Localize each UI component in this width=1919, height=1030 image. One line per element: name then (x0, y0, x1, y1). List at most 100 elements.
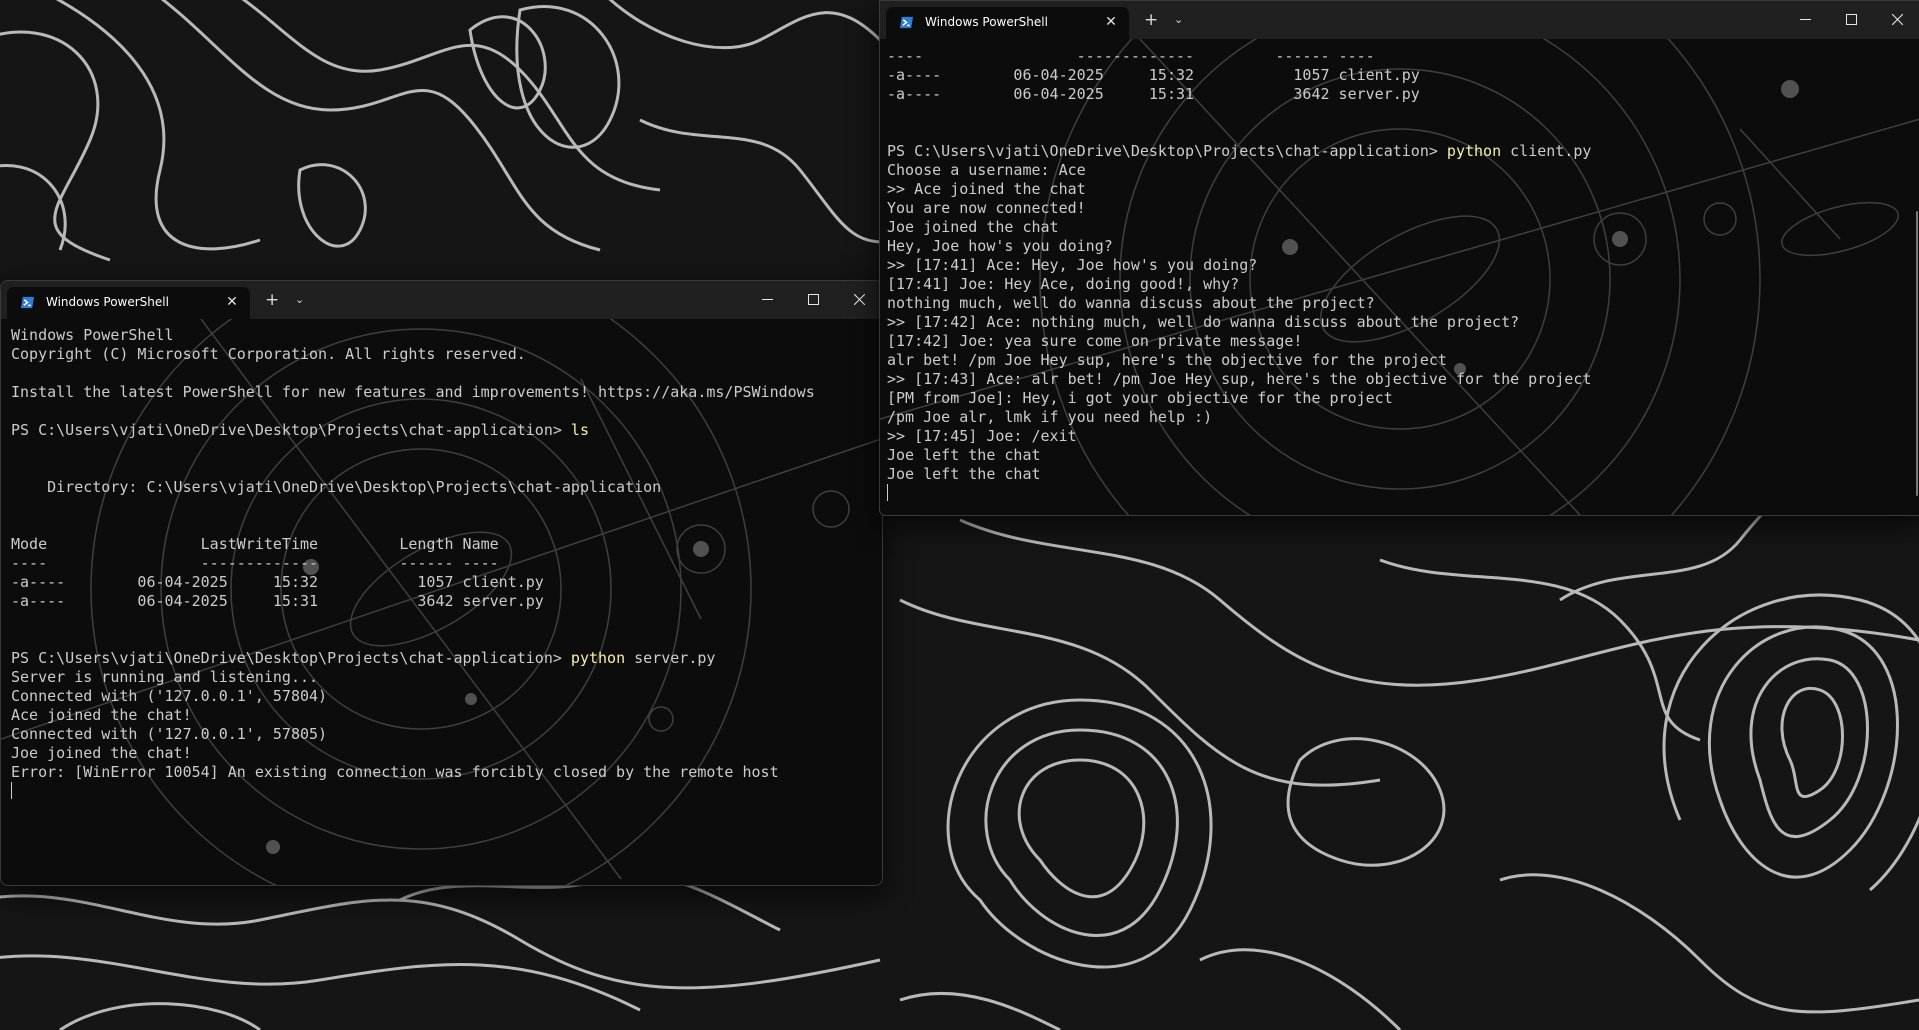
terminal-line: -a---- 06-04-2025 15:32 1057 client.py (11, 573, 878, 592)
command-argument: server.py (625, 649, 716, 667)
terminal-line: Connected with ('127.0.0.1', 57805) (11, 725, 878, 744)
terminal-line: Joe joined the chat (887, 218, 1916, 237)
terminal-line-text: Windows PowerShell (11, 326, 174, 344)
powershell-icon (899, 16, 914, 29)
terminal-line: PS C:\Users\vjati\OneDrive\Desktop\Proje… (887, 142, 1916, 161)
close-tab-icon[interactable]: ✕ (1102, 13, 1120, 31)
terminal-line: [17:42] Joe: yea sure come on private me… (887, 332, 1916, 351)
terminal-line-text: >> [17:42] Ace: nothing much, well do wa… (887, 313, 1520, 331)
terminal-line: ---- ------------- ------ ---- (887, 47, 1916, 66)
terminal-line: ---- ------------- ------ ---- (11, 554, 878, 573)
terminal-line-text: Hey, Joe how's you doing? (887, 237, 1113, 255)
close-tab-icon[interactable]: ✕ (223, 293, 241, 311)
terminal-line-text: Choose a username: Ace (887, 161, 1086, 179)
terminal-line: Ace joined the chat! (11, 706, 878, 725)
terminal-line-text: Joe left the chat (887, 465, 1041, 483)
terminal-line-text: Joe joined the chat (887, 218, 1059, 236)
terminal-line-text: Copyright (C) Microsoft Corporation. All… (11, 345, 526, 363)
terminal-line-text: Server is running and listening... (11, 668, 319, 686)
terminal-line: >> [17:45] Joe: /exit (887, 427, 1916, 446)
terminal-line: >> [17:41] Ace: Hey, Joe how's you doing… (887, 256, 1916, 275)
terminal-line: PS C:\Users\vjati\OneDrive\Desktop\Proje… (11, 649, 878, 668)
terminal-output[interactable]: Windows PowerShell Copyright (C) Microsof… (11, 326, 878, 885)
terminal-line-text: >> Ace joined the chat (887, 180, 1086, 198)
terminal-line-text: Directory: C:\Users\vjati\OneDrive\Deskt… (11, 478, 662, 496)
terminal-line-text: >> [17:45] Joe: /exit (887, 427, 1077, 445)
terminal-line: -a---- 06-04-2025 15:32 1057 client.py (887, 66, 1916, 85)
powershell-icon (20, 296, 35, 309)
terminal-line-text: PS C:\Users\vjati\OneDrive\Desktop\Proje… (887, 142, 1447, 160)
terminal-line: >> [17:42] Ace: nothing much, well do wa… (887, 313, 1916, 332)
tab-windows-powershell[interactable]: Windows PowerShell ✕ (7, 287, 250, 319)
typed-command: ls (570, 421, 589, 439)
terminal-line-text: Connected with ('127.0.0.1', 57804) (11, 687, 328, 705)
terminal-line-text: Error: [WinError 10054] An existing conn… (11, 763, 779, 781)
terminal-line-text: Mode LastWriteTime Length Name (11, 535, 499, 553)
title-bar: Windows PowerShell ✕ + ⌄ (1, 281, 882, 319)
terminal-line-text: Joe joined the chat! (11, 744, 192, 762)
text-cursor (11, 782, 12, 799)
desktop: Windows PowerShell ✕ + ⌄ Windows PowerSh… (0, 0, 1919, 1030)
tab-title: Windows PowerShell (925, 15, 1048, 29)
terminal-line: PS C:\Users\vjati\OneDrive\Desktop\Proje… (11, 421, 878, 440)
terminal-line-text: [PM from Joe]: Hey, i got your objective… (887, 389, 1393, 407)
terminal-line-text: -a---- 06-04-2025 15:31 3642 server.py (887, 85, 1420, 103)
minimize-button[interactable] (744, 281, 790, 319)
terminal-prompt-line[interactable] (11, 782, 878, 801)
terminal-line-text: Ace joined the chat! (11, 706, 192, 724)
scrollbar[interactable] (1916, 211, 1918, 496)
terminal-line: Hey, Joe how's you doing? (887, 237, 1916, 256)
terminal-line-text: PS C:\Users\vjati\OneDrive\Desktop\Proje… (11, 649, 571, 667)
terminal-line-text: Joe left the chat (887, 446, 1041, 464)
terminal-line: Connected with ('127.0.0.1', 57804) (11, 687, 878, 706)
terminal-line: >> [17:43] Ace: alr bet! /pm Joe Hey sup… (887, 370, 1916, 389)
terminal-line: Mode LastWriteTime Length Name (11, 535, 878, 554)
typed-command: python (1446, 142, 1502, 160)
terminal-line: Windows PowerShell (11, 326, 878, 345)
chevron-down-icon[interactable]: ⌄ (1174, 10, 1183, 30)
tab-title: Windows PowerShell (46, 295, 169, 309)
terminal-line: Joe joined the chat! (11, 744, 878, 763)
new-tab-plus-icon[interactable]: + (265, 290, 279, 310)
terminal-line-text: [17:41] Joe: Hey Ace, doing good!, why? (887, 275, 1240, 293)
terminal-line-text: ---- ------------- ------ ---- (887, 47, 1375, 65)
terminal-line: -a---- 06-04-2025 15:31 3642 server.py (887, 85, 1916, 104)
terminal-line-text: >> [17:41] Ace: Hey, Joe how's you doing… (887, 256, 1258, 274)
terminal-line: Choose a username: Ace (887, 161, 1916, 180)
powershell-window-server[interactable]: Windows PowerShell ✕ + ⌄ Windows PowerSh… (0, 280, 883, 886)
close-window-button[interactable] (836, 281, 882, 319)
terminal-line-text: /pm Joe alr, lmk if you need help :) (887, 408, 1213, 426)
terminal-line: >> Ace joined the chat (887, 180, 1916, 199)
new-tab-plus-icon[interactable]: + (1144, 10, 1158, 30)
terminal-line-text: >> [17:43] Ace: alr bet! /pm Joe Hey sup… (887, 370, 1592, 388)
command-argument: client.py (1501, 142, 1592, 160)
terminal-line: Error: [WinError 10054] An existing conn… (11, 763, 878, 782)
terminal-line-text: nothing much, well do wanna discuss abou… (887, 294, 1375, 312)
terminal-prompt-line[interactable] (887, 484, 1916, 503)
terminal-line: Server is running and listening... (11, 668, 878, 687)
terminal-line: Directory: C:\Users\vjati\OneDrive\Deskt… (11, 478, 878, 497)
terminal-line-text: Connected with ('127.0.0.1', 57805) (11, 725, 328, 743)
chevron-down-icon[interactable]: ⌄ (295, 290, 304, 310)
maximize-button[interactable] (1828, 1, 1874, 39)
typed-command: python (570, 649, 626, 667)
text-cursor (887, 484, 888, 501)
terminal-output[interactable]: ---- ------------- ------ ---- -a---- 06-… (887, 47, 1916, 515)
close-window-button[interactable] (1874, 1, 1919, 39)
terminal-line: Copyright (C) Microsoft Corporation. All… (11, 345, 878, 364)
powershell-window-client[interactable]: Windows PowerShell ✕ + ⌄ ---- ----------… (879, 0, 1919, 516)
terminal-line: Install the latest PowerShell for new fe… (11, 383, 878, 402)
terminal-line-text: PS C:\Users\vjati\OneDrive\Desktop\Proje… (11, 421, 571, 439)
terminal-line: alr bet! /pm Joe Hey sup, here's the obj… (887, 351, 1916, 370)
terminal-line: nothing much, well do wanna discuss abou… (887, 294, 1916, 313)
tab-windows-powershell[interactable]: Windows PowerShell ✕ (886, 7, 1129, 39)
maximize-button[interactable] (790, 281, 836, 319)
minimize-button[interactable] (1782, 1, 1828, 39)
terminal-line: [PM from Joe]: Hey, i got your objective… (887, 389, 1916, 408)
